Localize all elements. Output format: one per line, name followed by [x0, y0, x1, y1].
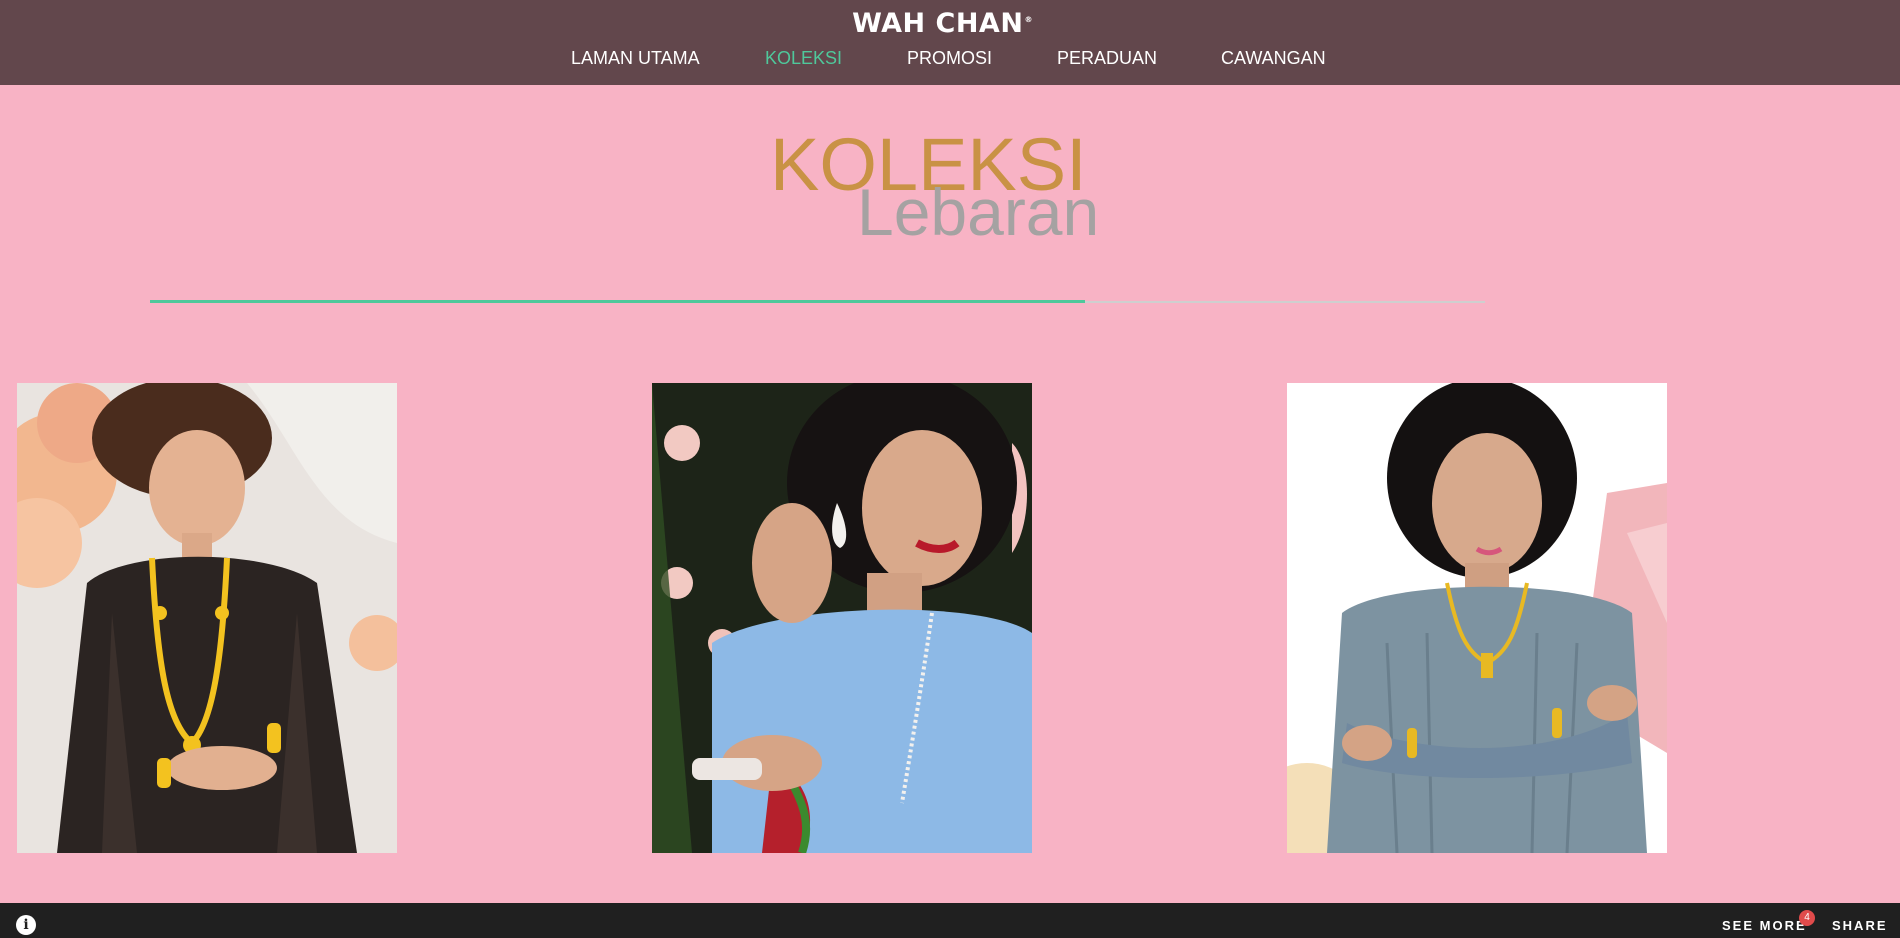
- gallery-progress-bar: [150, 300, 1485, 303]
- nav-peraduan[interactable]: PERADUAN: [1057, 48, 1157, 69]
- nav-cawangan[interactable]: CAWANGAN: [1221, 48, 1326, 69]
- brand-logo[interactable]: WAH CHAN®: [0, 8, 1885, 39]
- notification-badge: 4: [1799, 910, 1815, 926]
- nav-laman-utama[interactable]: LAMAN UTAMA: [571, 48, 700, 69]
- nav-promosi[interactable]: PROMOSI: [907, 48, 992, 69]
- gallery-image-3[interactable]: [1287, 383, 1667, 853]
- model-grey-lace-icon: [1287, 383, 1667, 853]
- registered-mark: ®: [1024, 15, 1033, 24]
- page-subtitle: Lebaran: [857, 175, 1100, 249]
- gallery-image-2[interactable]: [652, 383, 1032, 853]
- model-black-lace-icon: [17, 383, 397, 853]
- see-more-button[interactable]: SEE MORE: [1722, 918, 1807, 933]
- main-nav: LAMAN UTAMA KOLEKSI PROMOSI PERADUAN CAW…: [0, 48, 1900, 72]
- info-icon[interactable]: i: [16, 915, 36, 935]
- gallery-progress-fill: [150, 300, 1085, 303]
- nav-koleksi[interactable]: KOLEKSI: [765, 48, 842, 69]
- share-button[interactable]: SHARE: [1832, 918, 1888, 933]
- footer-bar: i: [0, 903, 1900, 938]
- site-header: WAH CHAN® LAMAN UTAMA KOLEKSI PROMOSI PE…: [0, 0, 1900, 85]
- gallery-image-1[interactable]: [17, 383, 397, 853]
- model-blue-dress-icon: [652, 383, 1032, 853]
- brand-name: WAH CHAN: [852, 8, 1024, 39]
